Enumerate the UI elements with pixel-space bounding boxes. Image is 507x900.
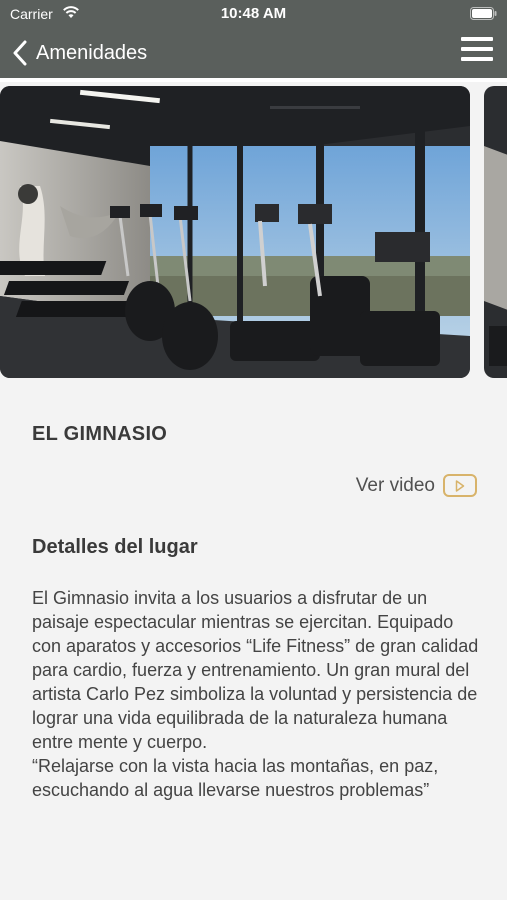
details-heading: Detalles del lugar <box>32 536 198 558</box>
chevron-left-icon <box>13 40 27 66</box>
battery-icon <box>470 7 497 20</box>
status-time: 10:48 AM <box>220 5 287 22</box>
play-icon <box>443 474 477 497</box>
amenity-title: EL GIMNASIO <box>32 423 168 445</box>
next-photo-illustration <box>484 86 507 378</box>
watch-video-button[interactable]: Ver video <box>356 474 477 497</box>
hamburger-menu-icon[interactable] <box>461 37 493 67</box>
header-divider <box>0 78 507 82</box>
description: El Gimnasio invita a los usuarios a disf… <box>32 586 482 802</box>
description-quote: “Relajarse con la vista hacia las montañ… <box>32 756 439 800</box>
back-label: Amenidades <box>36 41 148 64</box>
gym-photo-illustration <box>0 86 470 378</box>
gym-photo[interactable] <box>0 86 470 378</box>
description-paragraph: El Gimnasio invita a los usuarios a disf… <box>32 588 479 752</box>
status-bar: Carrier 10:48 AM <box>0 0 507 28</box>
video-label: Ver video <box>355 474 435 496</box>
image-carousel[interactable] <box>0 86 507 378</box>
back-button[interactable]: Amenidades <box>12 38 147 68</box>
next-photo-preview[interactable] <box>484 86 507 378</box>
navigation-bar: Amenidades <box>0 28 507 78</box>
